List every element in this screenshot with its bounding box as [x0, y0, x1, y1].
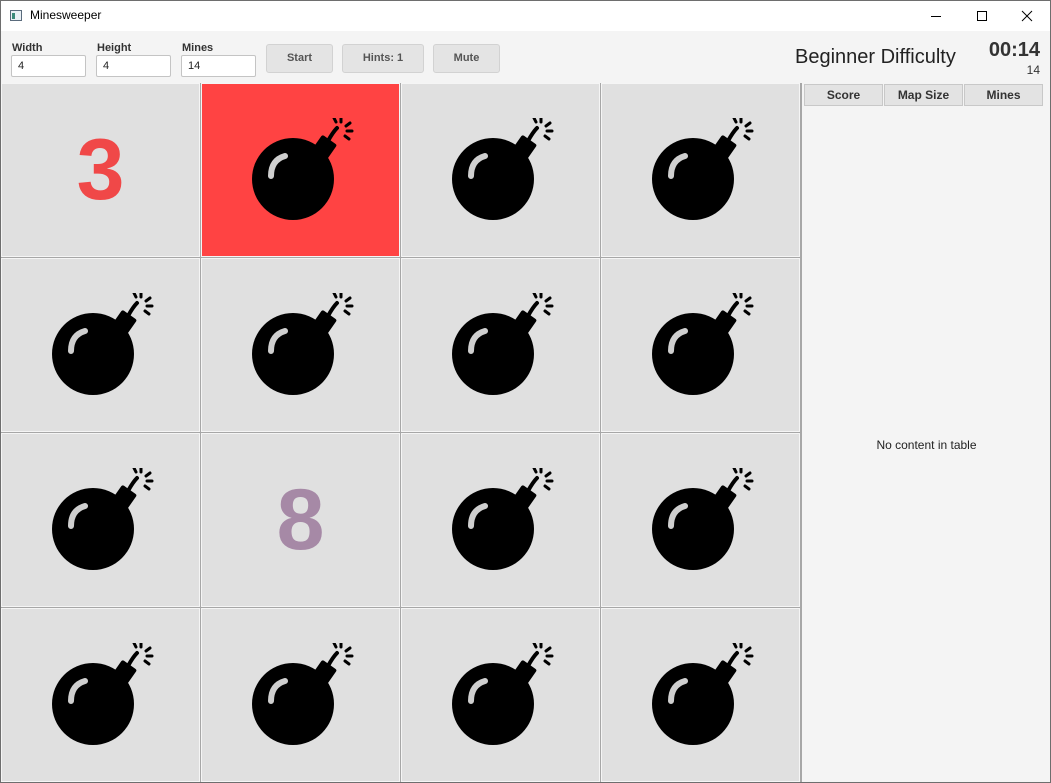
column-header-mines[interactable]: Mines [964, 84, 1043, 106]
mines-remaining: 14 [1026, 63, 1040, 77]
cell-mine[interactable] [1, 258, 200, 432]
cell-mine[interactable] [1, 433, 200, 607]
width-label: Width [12, 42, 43, 54]
window-title: Minesweeper [30, 8, 102, 22]
mines-label: Mines [182, 42, 214, 54]
height-label: Height [97, 42, 132, 54]
column-header-score[interactable]: Score [804, 84, 883, 106]
mines-input[interactable] [181, 55, 256, 77]
score-table: Score Map Size Mines No content in table [803, 83, 1050, 782]
column-header-map-size[interactable]: Map Size [884, 84, 963, 106]
bomb-icon [652, 293, 754, 395]
cell-mine[interactable] [401, 433, 600, 607]
bomb-icon [52, 643, 154, 745]
bomb-icon [452, 468, 554, 570]
cell-mine[interactable] [401, 608, 600, 782]
bomb-icon [452, 643, 554, 745]
cell-number-label: 3 [76, 122, 125, 218]
maximize-icon [977, 11, 987, 21]
width-input[interactable] [11, 55, 86, 77]
close-icon [1021, 10, 1033, 22]
bomb-icon [652, 468, 754, 570]
cell-mine[interactable] [401, 258, 600, 432]
minimize-icon [931, 16, 941, 17]
cell-mine[interactable] [401, 83, 600, 257]
bomb-icon [452, 118, 554, 220]
title-bar: Minesweeper [1, 1, 1050, 31]
toolbar: Width Height Mines Start Hints: 1 Mute B… [1, 31, 1050, 83]
start-button[interactable]: Start [266, 44, 333, 73]
minimize-button[interactable] [913, 1, 959, 31]
timer: 00:14 [988, 39, 1040, 61]
close-button[interactable] [1004, 1, 1050, 31]
cell-mine[interactable] [1, 608, 200, 782]
bomb-icon [252, 118, 354, 220]
bomb-icon [452, 293, 554, 395]
difficulty-label: Beginner Difficulty [795, 46, 956, 68]
maximize-button[interactable] [959, 1, 1005, 31]
empty-table-message: No content in table [876, 438, 977, 452]
bomb-icon [652, 118, 754, 220]
game-board: 38 [1, 83, 802, 782]
cell-mine[interactable] [601, 433, 800, 607]
mute-button[interactable]: Mute [433, 44, 500, 73]
cell-number[interactable]: 8 [201, 433, 400, 607]
bomb-icon [52, 293, 154, 395]
bomb-icon [652, 643, 754, 745]
cell-mine[interactable] [201, 258, 400, 432]
cell-mine[interactable] [601, 83, 800, 257]
cell-mine[interactable] [601, 258, 800, 432]
app-icon [10, 10, 22, 21]
cell-mine[interactable] [601, 608, 800, 782]
bomb-icon [52, 468, 154, 570]
cell-number[interactable]: 3 [1, 83, 200, 257]
table-header: Score Map Size Mines [804, 84, 1044, 107]
bomb-icon [252, 293, 354, 395]
cell-mine[interactable] [201, 608, 400, 782]
height-input[interactable] [96, 55, 171, 77]
bomb-icon [252, 643, 354, 745]
cell-exploded-mine[interactable] [201, 83, 400, 257]
minesweeper-window: Minesweeper Width Height Mines Start Hin… [0, 0, 1051, 783]
table-body: No content in table [803, 107, 1050, 782]
hints-button[interactable]: Hints: 1 [342, 44, 424, 73]
cell-number-label: 8 [276, 472, 325, 568]
